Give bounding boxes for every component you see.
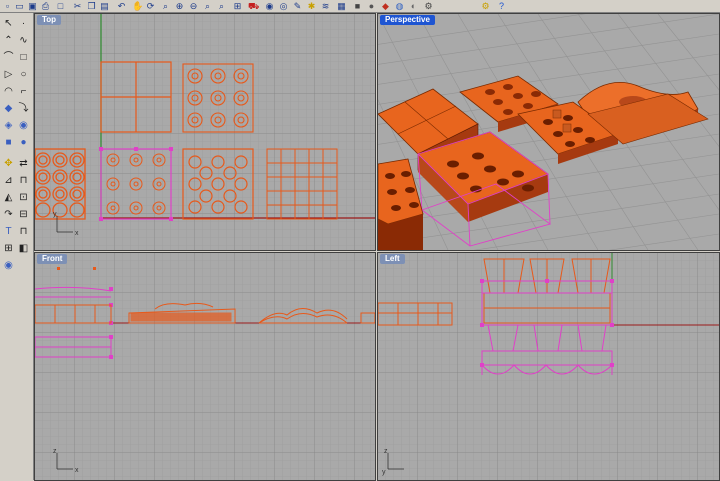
curve-icon[interactable]: ∿ <box>17 34 30 47</box>
four-viewports-icon[interactable]: ⊞ <box>232 1 243 11</box>
surface-patch-icon[interactable]: ◠ <box>2 85 15 98</box>
save-icon[interactable]: ▣ <box>27 1 38 11</box>
fillet-curve-icon[interactable]: ⌐ <box>17 85 30 98</box>
axis-label-y: y <box>382 469 386 476</box>
mesh-icon[interactable]: ◉ <box>17 119 30 132</box>
viewport-front[interactable]: z x Front <box>34 252 376 481</box>
properties-icon[interactable]: ⊞ <box>2 242 15 255</box>
box-shade-icon[interactable]: ■ <box>352 1 363 11</box>
text-icon[interactable]: ⊓ <box>17 174 30 187</box>
rendered-icon[interactable]: ◐ <box>408 1 419 11</box>
viewport-title-left[interactable]: Left <box>380 254 405 264</box>
render-icon[interactable]: T <box>2 225 15 238</box>
arc-icon[interactable]: ⌒ <box>2 51 15 64</box>
axis-label-z: z <box>53 448 57 455</box>
viewport-top[interactable]: y x Top <box>34 13 376 251</box>
bulb-icon[interactable]: ✱ <box>306 1 317 11</box>
front-view-canvas[interactable]: z x <box>35 253 375 480</box>
viewport-title-front[interactable]: Front <box>37 254 68 264</box>
zoom-in-icon[interactable]: ⊕ <box>174 1 185 11</box>
analyze-icon[interactable]: ◭ <box>2 191 15 204</box>
copy-icon[interactable]: ❐ <box>86 1 97 11</box>
print-icon[interactable]: ⎙ <box>40 1 51 11</box>
boolean-icon[interactable]: ◈ <box>2 119 15 132</box>
axis-label-x: x <box>75 467 79 474</box>
transform-icon[interactable]: ■ <box>2 136 15 149</box>
viewport-title-perspective[interactable]: Perspective <box>380 15 435 25</box>
viewport-title-top[interactable]: Top <box>37 15 62 25</box>
brush-icon[interactable]: ✎ <box>292 1 303 11</box>
options-icon[interactable]: ◧ <box>17 242 30 255</box>
layer-panel-icon[interactable]: ⊓ <box>17 225 30 238</box>
zoom-out-icon[interactable]: ⊖ <box>188 1 199 11</box>
settings-icon[interactable]: ⚙ <box>423 1 434 11</box>
cut-icon[interactable]: ✂ <box>72 1 83 11</box>
left-tool-palette: ↖ · ⌃ ∿ ⌒ □ ▷ ○ ◠ ⌐ ◆ ⤵ ◈ ◉ ■ ● ✥ ⇄ ⊿ ⊓ … <box>0 13 34 480</box>
target-icon[interactable]: ◎ <box>278 1 289 11</box>
rectangle-icon[interactable]: □ <box>17 51 30 64</box>
viewport-perspective[interactable]: Perspective <box>377 13 720 251</box>
axis-label-z: z <box>384 448 388 455</box>
sphere-icon[interactable]: ● <box>366 1 377 11</box>
open-folder-icon[interactable]: ▭ <box>14 1 25 11</box>
globe-icon[interactable]: ◍ <box>394 1 405 11</box>
solid-box-icon[interactable]: ◆ <box>2 102 15 115</box>
layers-icon[interactable]: ≋ <box>320 1 331 11</box>
plate-dense-3d[interactable] <box>378 158 424 250</box>
top-view-canvas[interactable]: y x <box>35 14 375 250</box>
zoom-window-icon[interactable]: ⌕ <box>160 1 171 11</box>
ellipse-icon[interactable]: ○ <box>17 68 30 81</box>
axis-label-x: x <box>75 230 79 237</box>
grid-toggle-icon[interactable]: ▦ <box>336 1 347 11</box>
paste-icon[interactable]: ▤ <box>99 1 110 11</box>
group-icon[interactable]: ↷ <box>2 208 15 221</box>
dimension-icon[interactable]: ⊿ <box>2 174 15 187</box>
move-icon[interactable]: ✥ <box>2 157 15 170</box>
new-doc-icon[interactable]: □ <box>55 1 66 11</box>
zoom-extents-icon[interactable]: ⌕ <box>202 1 213 11</box>
material-icon[interactable]: ◆ <box>380 1 391 11</box>
snap-icon[interactable]: ⊡ <box>17 191 30 204</box>
main-toolbar: ▫ ▭ ▣ ⎙ □ ✂ ❐ ▤ ↶ ✋ ⟳ ⌕ ⊕ ⊖ ⌕ ⌕ ⊞ ⛟ ◉ ◎ … <box>0 0 720 13</box>
eye-icon[interactable]: ◉ <box>264 1 275 11</box>
undo-icon[interactable]: ↶ <box>116 1 127 11</box>
circle-icon[interactable]: ▷ <box>2 68 15 81</box>
point-icon[interactable]: · <box>17 17 30 30</box>
help-icon[interactable]: ? <box>496 1 507 11</box>
mirror-icon[interactable]: ⇄ <box>17 157 30 170</box>
left-view-canvas[interactable]: z y <box>378 253 719 480</box>
viewport-left[interactable]: z y Left <box>377 252 720 481</box>
extrude-icon[interactable]: ⤵ <box>17 102 30 115</box>
lightning-icon[interactable]: ⚙ <box>480 1 491 11</box>
polyline-icon[interactable]: ⌃ <box>2 34 15 47</box>
pan-icon[interactable]: ✋ <box>132 1 143 11</box>
perspective-canvas[interactable] <box>378 14 719 250</box>
zoom-selected-icon[interactable]: ⌕ <box>216 1 227 11</box>
shade-icon[interactable]: ◉ <box>2 259 15 272</box>
rotate-icon[interactable]: ⟳ <box>145 1 156 11</box>
select-arrow-icon[interactable]: ↖ <box>2 17 15 30</box>
car-render-icon[interactable]: ⛟ <box>248 1 259 11</box>
new-file-icon[interactable]: ▫ <box>2 1 13 11</box>
array-icon[interactable]: ● <box>17 136 30 149</box>
axis-label-y: y <box>53 211 57 218</box>
block-icon[interactable]: ⊟ <box>17 208 30 221</box>
